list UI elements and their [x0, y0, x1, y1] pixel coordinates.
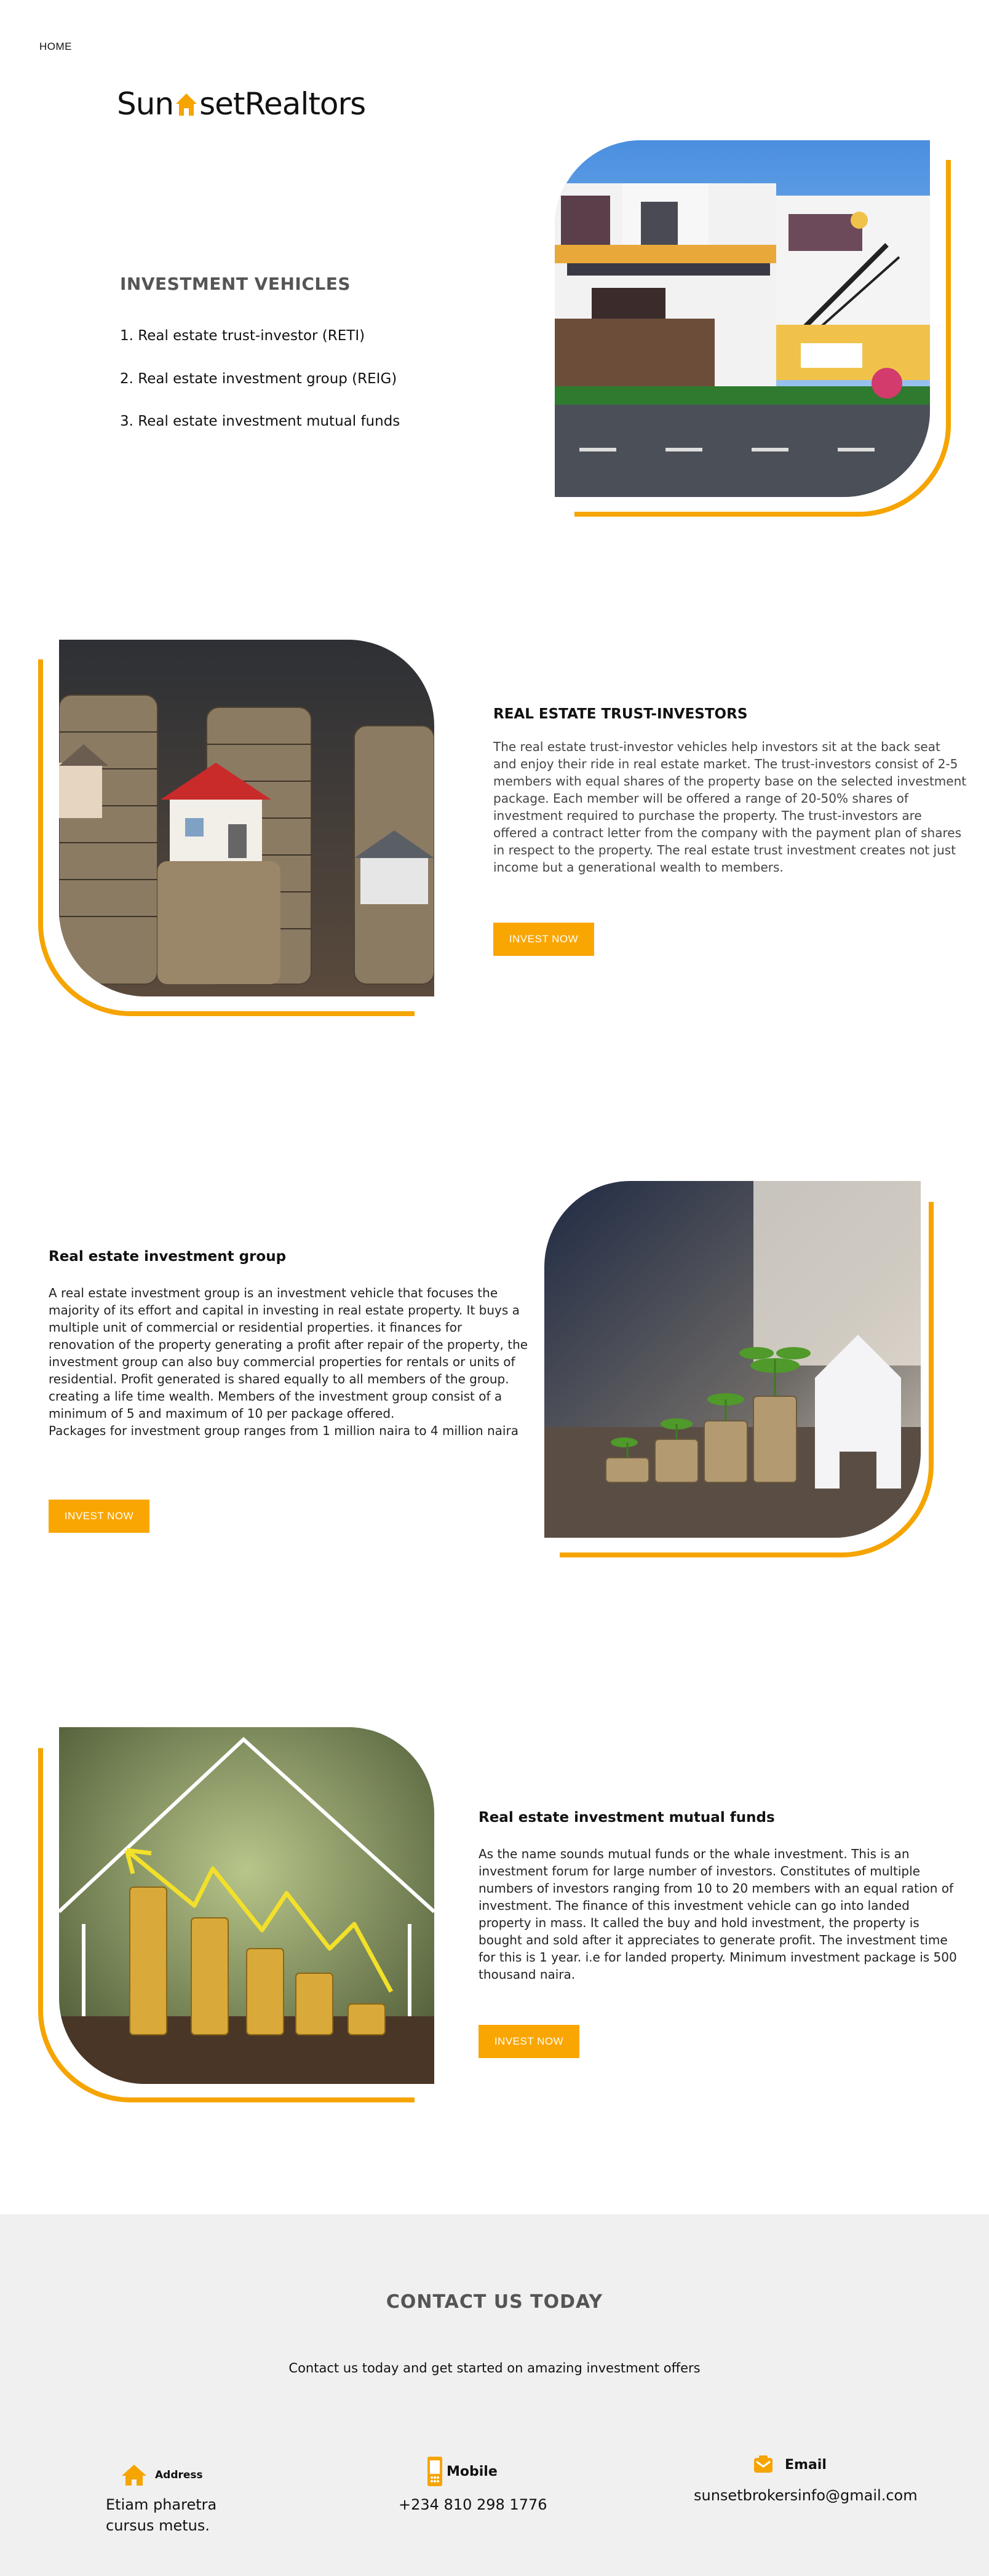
address-label: Address [155, 2469, 203, 2481]
mobile-label: Mobile [447, 2463, 498, 2479]
address-value: Etiam pharetra cursus metus. [106, 2496, 217, 2534]
section3-title: Real estate investment mutual funds [479, 1810, 775, 1826]
plants-coins-image [544, 1181, 921, 1538]
email-heading: Email [753, 2454, 827, 2475]
house-logo-icon [176, 93, 197, 116]
home-icon [122, 2465, 146, 2486]
vehicle-list-item-1: 1. Real estate trust-investor (RETI) [120, 328, 365, 344]
email-label: Email [785, 2457, 827, 2473]
brand-name-part1: Sun [117, 86, 174, 122]
address-heading: Address [121, 2463, 203, 2487]
brand-logo[interactable]: Sun setRealtors [117, 86, 366, 122]
contact-title: CONTACT US TODAY [386, 2291, 603, 2313]
section3-body: As the name sounds mutual funds or the w… [479, 1847, 957, 1982]
hero-house-image [555, 140, 930, 497]
mobile-value[interactable]: +234 810 298 1776 [399, 2494, 547, 2515]
email-value[interactable]: sunsetbrokersinfo@gmail.com [694, 2485, 918, 2506]
section1-body: The real estate trust-investor vehicles … [493, 739, 967, 875]
mail-icon [754, 2455, 773, 2473]
investment-vehicles-title: INVESTMENT VEHICLES [120, 274, 351, 294]
section2-body: A real estate investment group is an inv… [49, 1286, 528, 1438]
section1-invest-now-button[interactable]: INVEST NOW [493, 923, 594, 956]
contact-subtitle: Contact us today and get started on amaz… [288, 2361, 701, 2375]
section2-invest-now-button[interactable]: INVEST NOW [49, 1500, 149, 1533]
vehicle-list-item-2: 2. Real estate investment group (REIG) [120, 371, 397, 387]
mobile-heading: Mobile [426, 2455, 498, 2487]
brand-name-part2: setRealtors [199, 86, 366, 122]
section1-title: REAL ESTATE TRUST-INVESTORS [493, 706, 748, 722]
growth-coins-image [59, 1727, 434, 2084]
phone-icon [427, 2457, 442, 2486]
section3-invest-now-button[interactable]: INVEST NOW [479, 2025, 579, 2058]
coins-houses-image [59, 640, 434, 996]
nav-home-link[interactable]: HOME [39, 41, 72, 53]
section2-title: Real estate investment group [49, 1249, 287, 1265]
vehicle-list-item-3: 3. Real estate investment mutual funds [120, 413, 400, 429]
